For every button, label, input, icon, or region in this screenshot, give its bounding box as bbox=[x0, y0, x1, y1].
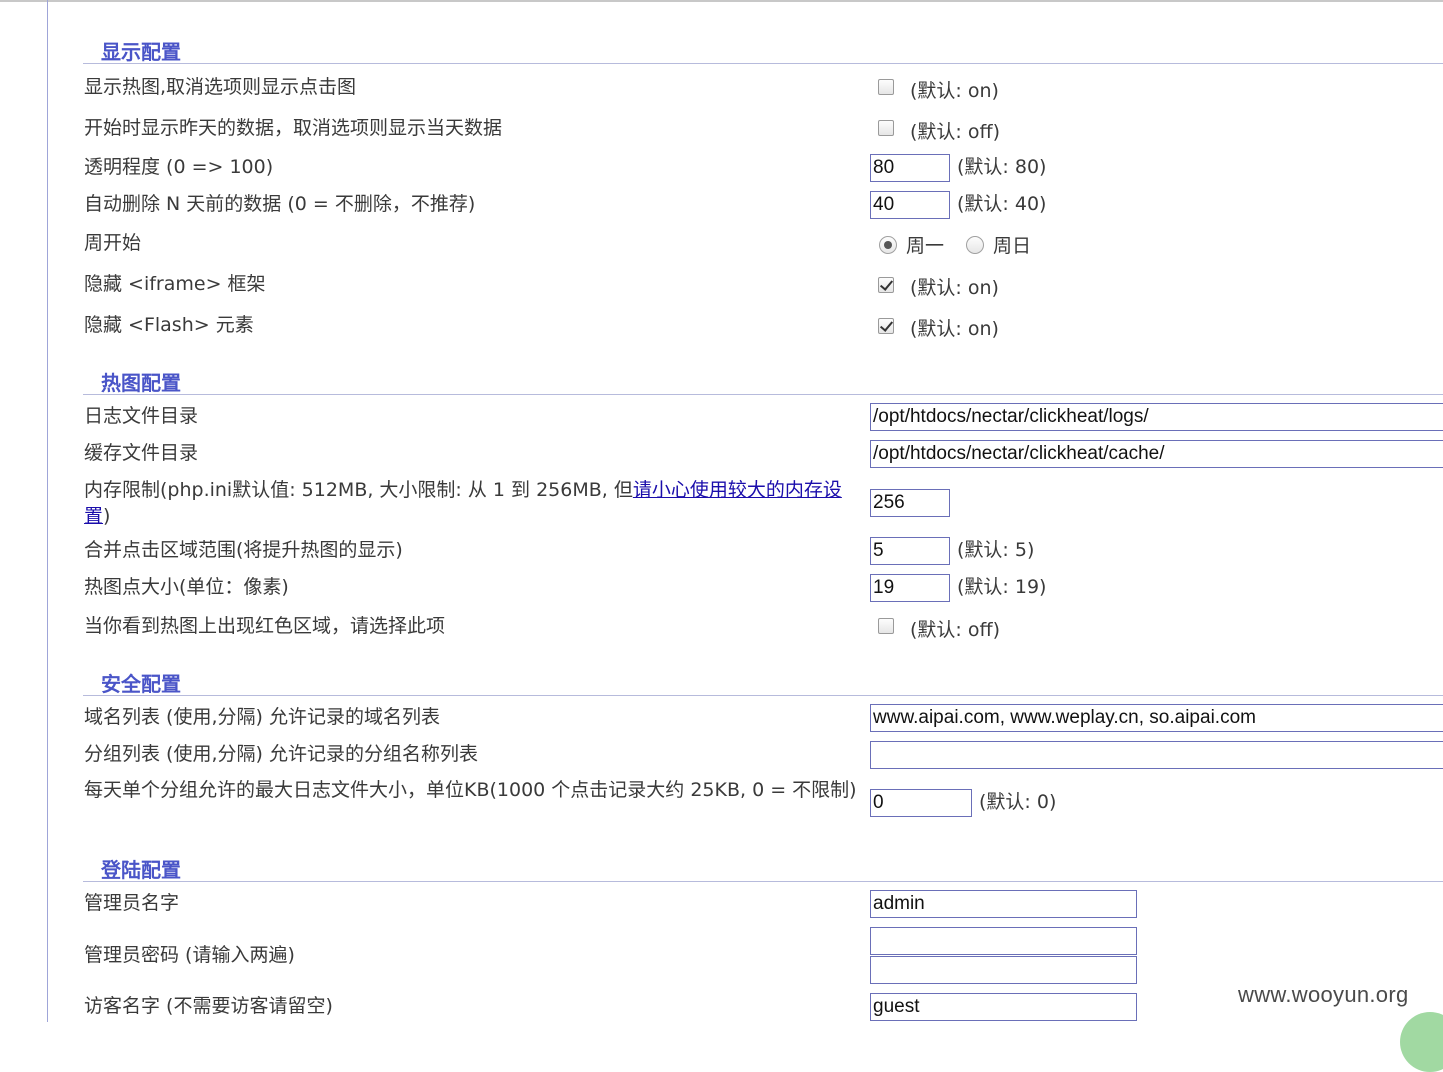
hint-autodelete: (默认: 40) bbox=[957, 193, 1047, 215]
hint-hide-flash: (默认: on) bbox=[910, 318, 999, 340]
checkbox-hide-iframe[interactable] bbox=[878, 277, 894, 293]
guest-name-input[interactable] bbox=[870, 993, 1137, 1021]
label-log-dir: 日志文件目录 bbox=[84, 405, 199, 427]
checkbox-hide-flash[interactable] bbox=[878, 318, 894, 334]
max-log-size-input[interactable] bbox=[870, 789, 972, 817]
dot-size-input[interactable] bbox=[870, 574, 950, 602]
label-hide-flash: 隐藏 <Flash> 元素 bbox=[84, 314, 254, 336]
label-cache-dir: 缓存文件目录 bbox=[84, 442, 199, 464]
radio-monday[interactable] bbox=[879, 236, 897, 254]
watermark: www.wooyun.org bbox=[1238, 982, 1409, 1007]
hint-max-log-size: (默认: 0) bbox=[979, 791, 1057, 813]
label-max-log-size: 每天单个分组允许的最大日志文件大小，单位KB(1000 个点击记录大约 25KB… bbox=[84, 779, 857, 801]
hint-show-heatmap: (默认: on) bbox=[910, 80, 999, 102]
label-hide-iframe: 隐藏 <iframe> 框架 bbox=[84, 273, 266, 295]
label-merge-area: 合并点击区域范围(将提升热图的显示) bbox=[84, 539, 403, 561]
hint-show-yesterday: (默认: off) bbox=[910, 121, 1000, 143]
hint-merge-area: (默认: 5) bbox=[957, 539, 1035, 561]
section-divider bbox=[83, 63, 1443, 64]
label-show-yesterday: 开始时显示昨天的数据，取消选项则显示当天数据 bbox=[84, 117, 503, 139]
memory-limit-input[interactable] bbox=[870, 489, 950, 517]
corner-badge bbox=[1400, 1012, 1443, 1072]
hint-red-zone: (默认: off) bbox=[910, 619, 1000, 641]
section-divider bbox=[83, 394, 1443, 395]
label-admin-password: 管理员密码 (请输入两遍) bbox=[84, 944, 295, 966]
label-domains: 域名列表 (使用,分隔) 允许记录的域名列表 bbox=[84, 706, 440, 728]
left-border bbox=[47, 0, 48, 1022]
label-show-heatmap: 显示热图,取消选项则显示点击图 bbox=[84, 76, 357, 98]
checkbox-red-zone[interactable] bbox=[878, 618, 894, 634]
hint-hide-iframe: (默认: on) bbox=[910, 277, 999, 299]
domains-input[interactable] bbox=[870, 704, 1443, 732]
opacity-input[interactable] bbox=[870, 154, 950, 182]
section-title-security: 安全配置 bbox=[101, 672, 181, 696]
memory-label-prefix: 内存限制(php.ini默认值: 512MB, 大小限制: 从 1 到 256M… bbox=[84, 479, 633, 501]
admin-name-input[interactable] bbox=[870, 890, 1137, 918]
radio-sunday[interactable] bbox=[966, 236, 984, 254]
admin-password-confirm-input[interactable] bbox=[870, 956, 1137, 984]
radio-monday-label: 周一 bbox=[906, 235, 945, 257]
section-divider bbox=[83, 695, 1443, 696]
label-week-start: 周开始 bbox=[84, 232, 142, 254]
section-title-heatmap: 热图配置 bbox=[101, 371, 181, 395]
groups-input[interactable] bbox=[870, 741, 1443, 769]
hint-dot-size: (默认: 19) bbox=[957, 576, 1047, 598]
checkbox-show-heatmap[interactable] bbox=[878, 79, 894, 95]
section-divider bbox=[83, 881, 1443, 882]
section-title-display: 显示配置 bbox=[101, 40, 181, 64]
label-guest-name: 访客名字 (不需要访客请留空) bbox=[84, 995, 333, 1017]
autodelete-input[interactable] bbox=[870, 191, 950, 219]
label-admin-name: 管理员名字 bbox=[84, 892, 180, 914]
section-title-login: 登陆配置 bbox=[101, 858, 181, 882]
label-memory-limit: 内存限制(php.ini默认值: 512MB, 大小限制: 从 1 到 256M… bbox=[84, 477, 854, 529]
label-groups: 分组列表 (使用,分隔) 允许记录的分组名称列表 bbox=[84, 743, 478, 765]
hint-opacity: (默认: 80) bbox=[957, 156, 1047, 178]
label-autodelete: 自动删除 N 天前的数据 (0 = 不删除，不推荐) bbox=[84, 193, 476, 215]
radio-sunday-label: 周日 bbox=[993, 235, 1032, 257]
log-dir-input[interactable] bbox=[870, 403, 1443, 431]
cache-dir-input[interactable] bbox=[870, 440, 1443, 468]
label-dot-size: 热图点大小(单位：像素) bbox=[84, 576, 289, 598]
top-border bbox=[0, 0, 1443, 2]
admin-password-input[interactable] bbox=[870, 927, 1137, 955]
checkbox-show-yesterday[interactable] bbox=[878, 120, 894, 136]
memory-label-suffix: ) bbox=[103, 505, 111, 527]
label-opacity: 透明程度 (0 => 100) bbox=[84, 156, 274, 178]
label-red-zone: 当你看到热图上出现红色区域，请选择此项 bbox=[84, 615, 446, 637]
merge-area-input[interactable] bbox=[870, 537, 950, 565]
